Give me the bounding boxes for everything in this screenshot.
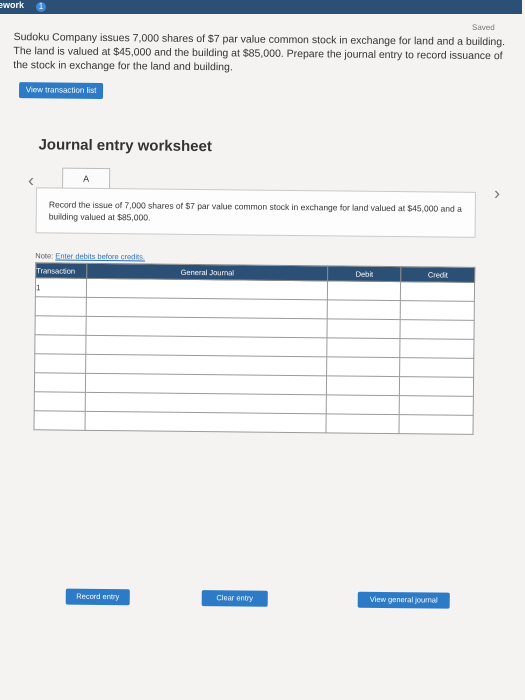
cell-account[interactable] — [85, 411, 327, 433]
cell-account[interactable] — [85, 392, 327, 414]
cell-credit[interactable] — [400, 300, 475, 321]
note-prefix: Note: — [35, 251, 56, 261]
cell-debit[interactable] — [327, 299, 401, 320]
worksheet-title: Journal entry worksheet — [38, 136, 212, 156]
cell-account[interactable] — [86, 297, 328, 319]
cell-debit[interactable] — [326, 356, 401, 377]
cell-credit[interactable] — [399, 395, 474, 416]
record-entry-button[interactable]: Record entry — [65, 588, 130, 606]
cell-transaction — [34, 391, 86, 412]
worksheet-description: Record the issue of 7,000 shares of $7 p… — [48, 199, 462, 223]
cell-debit[interactable] — [326, 394, 400, 415]
note-link[interactable]: Enter debits before credits. — [55, 252, 145, 262]
cell-account[interactable] — [86, 335, 327, 357]
cell-transaction — [34, 353, 87, 374]
note-line: Note: Enter debits before credits. — [35, 251, 145, 261]
prev-arrow-icon[interactable]: ‹ — [28, 170, 34, 191]
header-transaction: Transaction — [35, 262, 88, 279]
description-box: Record the issue of 7,000 shares of $7 p… — [35, 187, 477, 238]
cell-transaction: 1 — [35, 277, 87, 298]
cell-transaction — [34, 410, 86, 431]
photo-background: ework 1 Saved Sudoku Company issues 7,00… — [0, 0, 525, 700]
cell-debit[interactable] — [327, 280, 402, 301]
cell-credit[interactable] — [400, 319, 475, 340]
cell-transaction — [34, 334, 87, 355]
clear-entry-button[interactable]: Clear entry — [201, 590, 268, 607]
header-debit: Debit — [327, 265, 402, 282]
cell-account[interactable] — [85, 354, 327, 376]
cell-transaction — [34, 372, 86, 393]
cell-debit[interactable] — [326, 375, 401, 396]
cell-transaction — [35, 296, 87, 317]
content-area: Saved Sudoku Company issues 7,000 shares… — [1, 0, 513, 700]
view-general-journal-button[interactable]: View general journal — [357, 591, 450, 609]
saved-status: Saved — [472, 22, 495, 33]
cell-debit[interactable] — [326, 337, 401, 358]
cell-credit[interactable] — [400, 338, 474, 359]
cell-transaction — [34, 315, 87, 336]
cell-credit[interactable] — [399, 414, 474, 435]
header-credit: Credit — [401, 266, 475, 283]
journal-table: Transaction General Journal Debit Credit… — [33, 262, 476, 435]
cell-debit[interactable] — [325, 413, 400, 434]
screen: ework 1 Saved Sudoku Company issues 7,00… — [0, 0, 525, 700]
cell-account[interactable] — [85, 373, 327, 395]
cell-credit[interactable] — [399, 376, 474, 397]
cell-account[interactable] — [86, 278, 328, 300]
cell-credit[interactable] — [400, 357, 474, 378]
view-transaction-list-button[interactable]: View transaction list — [18, 82, 104, 99]
cell-credit[interactable] — [400, 281, 475, 302]
question-text: Sudoku Company issues 7,000 shares of $7… — [13, 31, 506, 74]
table-row — [34, 410, 474, 435]
cell-debit[interactable] — [326, 318, 401, 339]
next-arrow-icon[interactable]: › — [494, 183, 500, 204]
cell-account[interactable] — [86, 316, 328, 338]
